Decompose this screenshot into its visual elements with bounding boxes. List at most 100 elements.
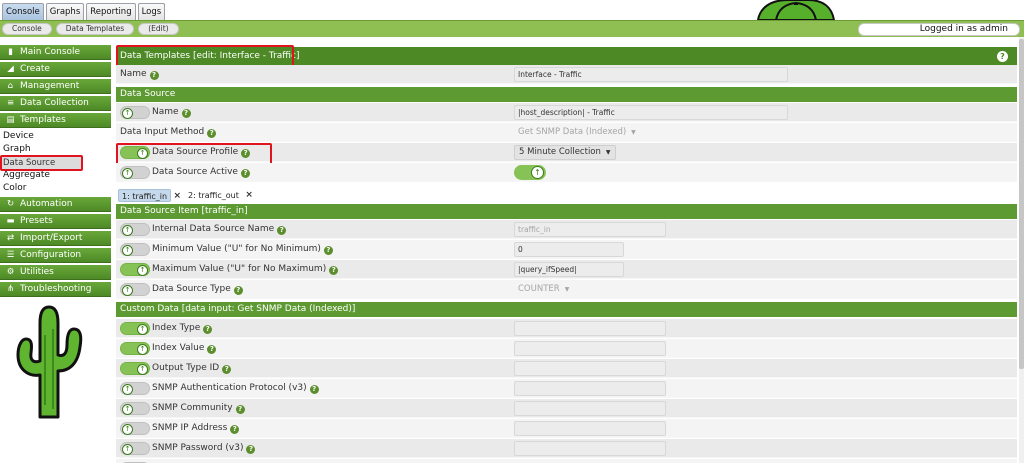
- help-icon[interactable]: ?: [230, 425, 240, 434]
- label-text: SNMP Authentication Protocol (v3): [152, 383, 307, 393]
- ds-name-input[interactable]: |host_description| - Traffic: [514, 105, 788, 120]
- custom-field-input[interactable]: [514, 361, 666, 376]
- override-toggle[interactable]: ↑: [120, 362, 150, 375]
- custom-field-input[interactable]: [514, 321, 666, 336]
- cactus-logo-icon: [16, 305, 83, 419]
- template-name-input[interactable]: Interface - Traffic: [514, 67, 788, 82]
- archive-icon: ▬: [6, 216, 15, 226]
- sidebar-sub-graph[interactable]: Graph: [3, 143, 103, 155]
- custom-field-label: SNMP IP Address?: [152, 419, 240, 438]
- sidebar-item-import-export[interactable]: ⇄ Import/Export: [0, 231, 111, 246]
- tab-logs[interactable]: Logs: [137, 3, 166, 20]
- override-toggle[interactable]: ↑: [120, 402, 150, 415]
- refresh-icon: ↻: [6, 199, 15, 209]
- input-method-select[interactable]: Get SNMP Data (Indexed) ▼: [514, 125, 640, 140]
- custom-field-input[interactable]: [514, 381, 666, 396]
- breadcrumb-data-templates[interactable]: Data Templates: [55, 23, 135, 35]
- override-toggle[interactable]: ↑: [120, 442, 150, 455]
- custom-field-label: SNMP Community?: [152, 399, 245, 418]
- help-icon[interactable]: ?: [323, 246, 333, 255]
- help-icon[interactable]: ?: [329, 266, 339, 275]
- ds-type-row: ↑ Data Source Type? COUNTER ▼: [116, 280, 1017, 299]
- ds-name-row: ↑ Name? |host_description| - Traffic: [116, 103, 1017, 122]
- sidebar-item-utilities[interactable]: ⚙ Utilities: [0, 265, 111, 280]
- database-icon: ≡: [6, 98, 15, 108]
- arrow-up-icon: ↑: [122, 225, 133, 236]
- max-value-input[interactable]: |query_ifSpeed|: [514, 262, 624, 277]
- help-icon[interactable]: ?: [207, 129, 217, 138]
- custom-field-row: ↑ SNMP Community?: [116, 399, 1017, 418]
- sidebar-item-presets[interactable]: ▬ Presets: [0, 214, 111, 229]
- help-icon[interactable]: ?: [997, 51, 1008, 62]
- help-icon[interactable]: ?: [203, 325, 213, 334]
- internal-name-label: Internal Data Source Name?: [152, 220, 287, 239]
- tab-console[interactable]: Console: [2, 3, 44, 20]
- cacti-logo-icon: [756, 0, 836, 20]
- breadcrumb-console[interactable]: Console: [2, 23, 52, 35]
- custom-field-label: Index Value?: [152, 339, 217, 358]
- override-toggle[interactable]: ↑: [120, 263, 150, 276]
- help-icon[interactable]: ?: [240, 169, 250, 178]
- select-value: Get SNMP Data (Indexed): [518, 127, 627, 137]
- help-icon[interactable]: ?: [309, 385, 319, 394]
- help-icon[interactable]: ?: [207, 345, 217, 354]
- tab-graphs[interactable]: Graphs: [45, 3, 85, 20]
- tab-traffic-in[interactable]: 1: traffic_in ×: [118, 189, 181, 202]
- custom-field-row-partial: ↑: [116, 459, 1017, 463]
- tab-traffic-out[interactable]: 2: traffic_out ×: [185, 189, 253, 202]
- ds-type-select[interactable]: COUNTER ▼: [514, 282, 573, 297]
- help-icon[interactable]: ?: [277, 226, 287, 235]
- sidebar-item-main-console[interactable]: ▮ Main Console: [0, 45, 111, 60]
- help-icon[interactable]: ?: [222, 365, 232, 374]
- sidebar-item-troubleshooting[interactable]: ⋔ Troubleshooting: [0, 282, 111, 297]
- close-icon[interactable]: ×: [174, 190, 182, 203]
- override-toggle[interactable]: ↑: [120, 166, 150, 179]
- label-text: Internal Data Source Name: [152, 224, 275, 234]
- arrow-up-icon: ↑: [122, 108, 133, 119]
- custom-field-input[interactable]: [514, 341, 666, 356]
- help-icon[interactable]: ?: [181, 109, 191, 118]
- sidebar-item-templates[interactable]: ▤ Templates: [0, 113, 111, 128]
- custom-field-label: Output Type ID?: [152, 359, 232, 378]
- label-text: Index Type: [152, 323, 201, 333]
- custom-field-input[interactable]: [514, 441, 666, 456]
- custom-field-input[interactable]: [514, 421, 666, 436]
- sidebar-item-create[interactable]: ◢ Create: [0, 62, 111, 77]
- ds-active-switch[interactable]: ↑: [514, 165, 546, 180]
- override-toggle[interactable]: ↑: [120, 342, 150, 355]
- override-toggle[interactable]: ↑: [120, 243, 150, 256]
- scrollbar-thumb[interactable]: [1019, 39, 1024, 369]
- tab-reporting[interactable]: Reporting: [86, 3, 136, 20]
- sidebar-item-management[interactable]: ⌂ Management: [0, 79, 111, 94]
- help-icon[interactable]: ?: [149, 71, 159, 80]
- label-text: Minimum Value ("U" for No Minimum): [152, 244, 321, 254]
- help-icon[interactable]: ?: [246, 445, 256, 454]
- custom-field-row: ↑ Output Type ID?: [116, 359, 1017, 378]
- sidebar-sub-device[interactable]: Device: [3, 130, 103, 142]
- override-toggle[interactable]: ↑: [120, 382, 150, 395]
- min-value-input[interactable]: 0: [514, 242, 624, 257]
- sidebar-item-automation[interactable]: ↻ Automation: [0, 197, 111, 212]
- label-text: Data Source Type: [152, 284, 231, 294]
- exchange-icon: ⇄: [6, 233, 15, 243]
- help-icon[interactable]: ?: [233, 286, 243, 295]
- override-toggle[interactable]: ↑: [120, 283, 150, 296]
- arrow-up-icon: ↑: [122, 285, 133, 296]
- override-toggle[interactable]: ↑: [120, 106, 150, 119]
- profile-select[interactable]: 5 Minute Collection ▼: [514, 145, 616, 160]
- sidebar-item-data-collection[interactable]: ≡ Data Collection: [0, 96, 111, 111]
- login-status[interactable]: Logged in as admin: [858, 23, 1020, 36]
- internal-name-input[interactable]: traffic_in: [514, 222, 666, 237]
- override-toggle[interactable]: ↑: [120, 223, 150, 236]
- sidebar-sub-color[interactable]: Color: [3, 182, 103, 194]
- highlight-box-data-source: [0, 155, 83, 171]
- override-toggle[interactable]: ↑: [120, 322, 150, 335]
- help-icon[interactable]: ?: [235, 405, 245, 414]
- main-tabs: Console Graphs Reporting Logs: [2, 3, 166, 20]
- input-method-label: Data Input Method?: [120, 123, 217, 142]
- sidebar-item-configuration[interactable]: ☰ Configuration: [0, 248, 111, 263]
- close-icon[interactable]: ×: [245, 189, 253, 202]
- override-toggle[interactable]: ↑: [120, 422, 150, 435]
- custom-field-input[interactable]: [514, 401, 666, 416]
- vertical-scrollbar[interactable]: [1019, 37, 1024, 463]
